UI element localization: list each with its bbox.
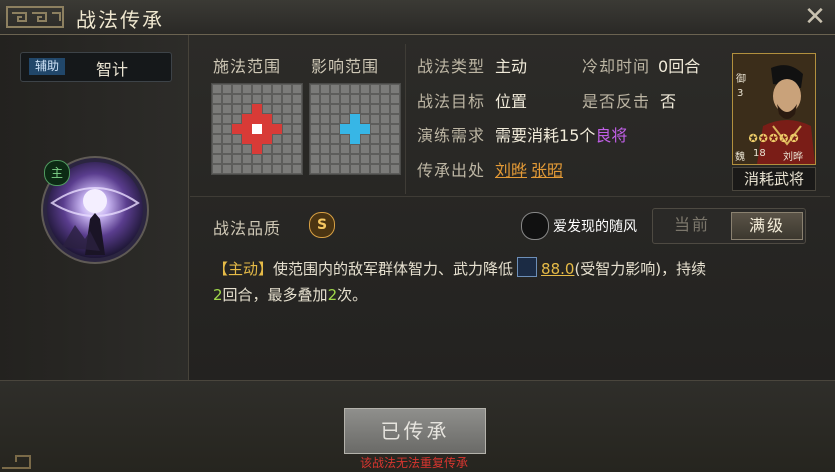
- skill-type-value: 主动: [495, 57, 528, 76]
- train-label: 演练需求: [417, 126, 486, 145]
- source-link-1[interactable]: 刘晔: [495, 161, 527, 180]
- intelligence-stat-icon: [517, 257, 538, 277]
- train-prefix: 需要消耗: [495, 126, 560, 145]
- desc-value: 88.0: [541, 260, 575, 278]
- consume-general-label: 消耗武将: [732, 167, 816, 191]
- general-faction: 魏: [735, 152, 745, 163]
- toggle-max-level[interactable]: 满级: [731, 212, 803, 240]
- effect-range-label: 影响范围: [311, 57, 380, 76]
- desc-turns: 2: [213, 286, 223, 304]
- counter-label: 是否反击: [582, 92, 651, 111]
- skill-name: 智计: [96, 60, 129, 79]
- cast-range-grid: [211, 83, 303, 175]
- desc-part3: 回合，最多叠加: [222, 286, 328, 304]
- desc-stacks: 2: [327, 286, 338, 304]
- train-item-link[interactable]: 良将: [595, 126, 627, 145]
- watermark-text: 爱发现的随风: [553, 219, 637, 235]
- target-label: 战法目标: [417, 92, 486, 111]
- source-label: 传承出处: [417, 161, 486, 180]
- general-rank-num: 3: [737, 88, 744, 99]
- quality-label: 战法品质: [213, 219, 282, 238]
- title-bar: 战法传承 ✕: [0, 0, 835, 35]
- skill-active-badge: 主: [44, 160, 70, 186]
- level-toggle: 当前 满级: [652, 208, 806, 244]
- skill-type-badge: 辅助: [29, 58, 65, 75]
- source-row: 传承出处 刘晔 张昭: [417, 157, 563, 181]
- section-divider: [190, 196, 830, 197]
- counter-value: 否: [660, 92, 677, 111]
- train-row: 演练需求 需要消耗15个良将: [417, 122, 627, 146]
- effect-range-grid: [309, 83, 401, 175]
- general-name: 刘晔: [783, 152, 803, 163]
- cast-range-label: 施法范围: [213, 57, 282, 76]
- general-level: 18: [753, 148, 766, 159]
- general-rank-char: 御: [736, 74, 746, 85]
- cooldown-label: 冷却时间: [582, 57, 651, 76]
- corner-ornament-icon: [2, 455, 31, 469]
- general-card[interactable]: 御 3 ✪✪✪✪✪ 魏 18 刘晔: [732, 53, 816, 165]
- cooldown-row: 冷却时间 0回合: [582, 53, 700, 77]
- watermark-logo-icon: [521, 212, 549, 240]
- skill-type-label: 战法类型: [417, 57, 486, 76]
- source-link-2[interactable]: 张昭: [531, 161, 563, 180]
- general-stars-icon: ✪✪✪✪✪: [748, 132, 800, 145]
- desc-part1: 使范围内的敌军群体智力、武力降低: [273, 260, 514, 278]
- desc-tag: 【主动】: [213, 260, 274, 278]
- desc-part4: 次。: [337, 286, 368, 304]
- inherited-button[interactable]: 已传承: [344, 408, 486, 454]
- skill-type-tag: 辅助 智计: [20, 52, 172, 82]
- cannot-repeat-warning: 该战法无法重复传承: [359, 456, 468, 470]
- target-row: 战法目标 位置: [417, 88, 527, 112]
- cooldown-value: 0回合: [658, 57, 701, 76]
- target-value: 位置: [495, 92, 528, 111]
- skill-type-row: 战法类型 主动: [417, 53, 527, 77]
- skill-description: 【主动】使范围内的敌军群体智力、武力降低 88.0(受智力影响)，持续 2回合，最多…: [213, 256, 813, 308]
- train-count: 15个: [559, 126, 596, 145]
- close-button[interactable]: ✕: [800, 2, 830, 32]
- quality-grade-badge: S: [309, 212, 335, 238]
- window-title: 战法传承: [76, 8, 164, 32]
- toggle-current-level[interactable]: 当前: [657, 212, 727, 238]
- counter-row: 是否反击否: [582, 88, 676, 112]
- desc-part2: (受智力影响)，持续: [574, 260, 707, 278]
- title-ornament-icon: [6, 6, 64, 28]
